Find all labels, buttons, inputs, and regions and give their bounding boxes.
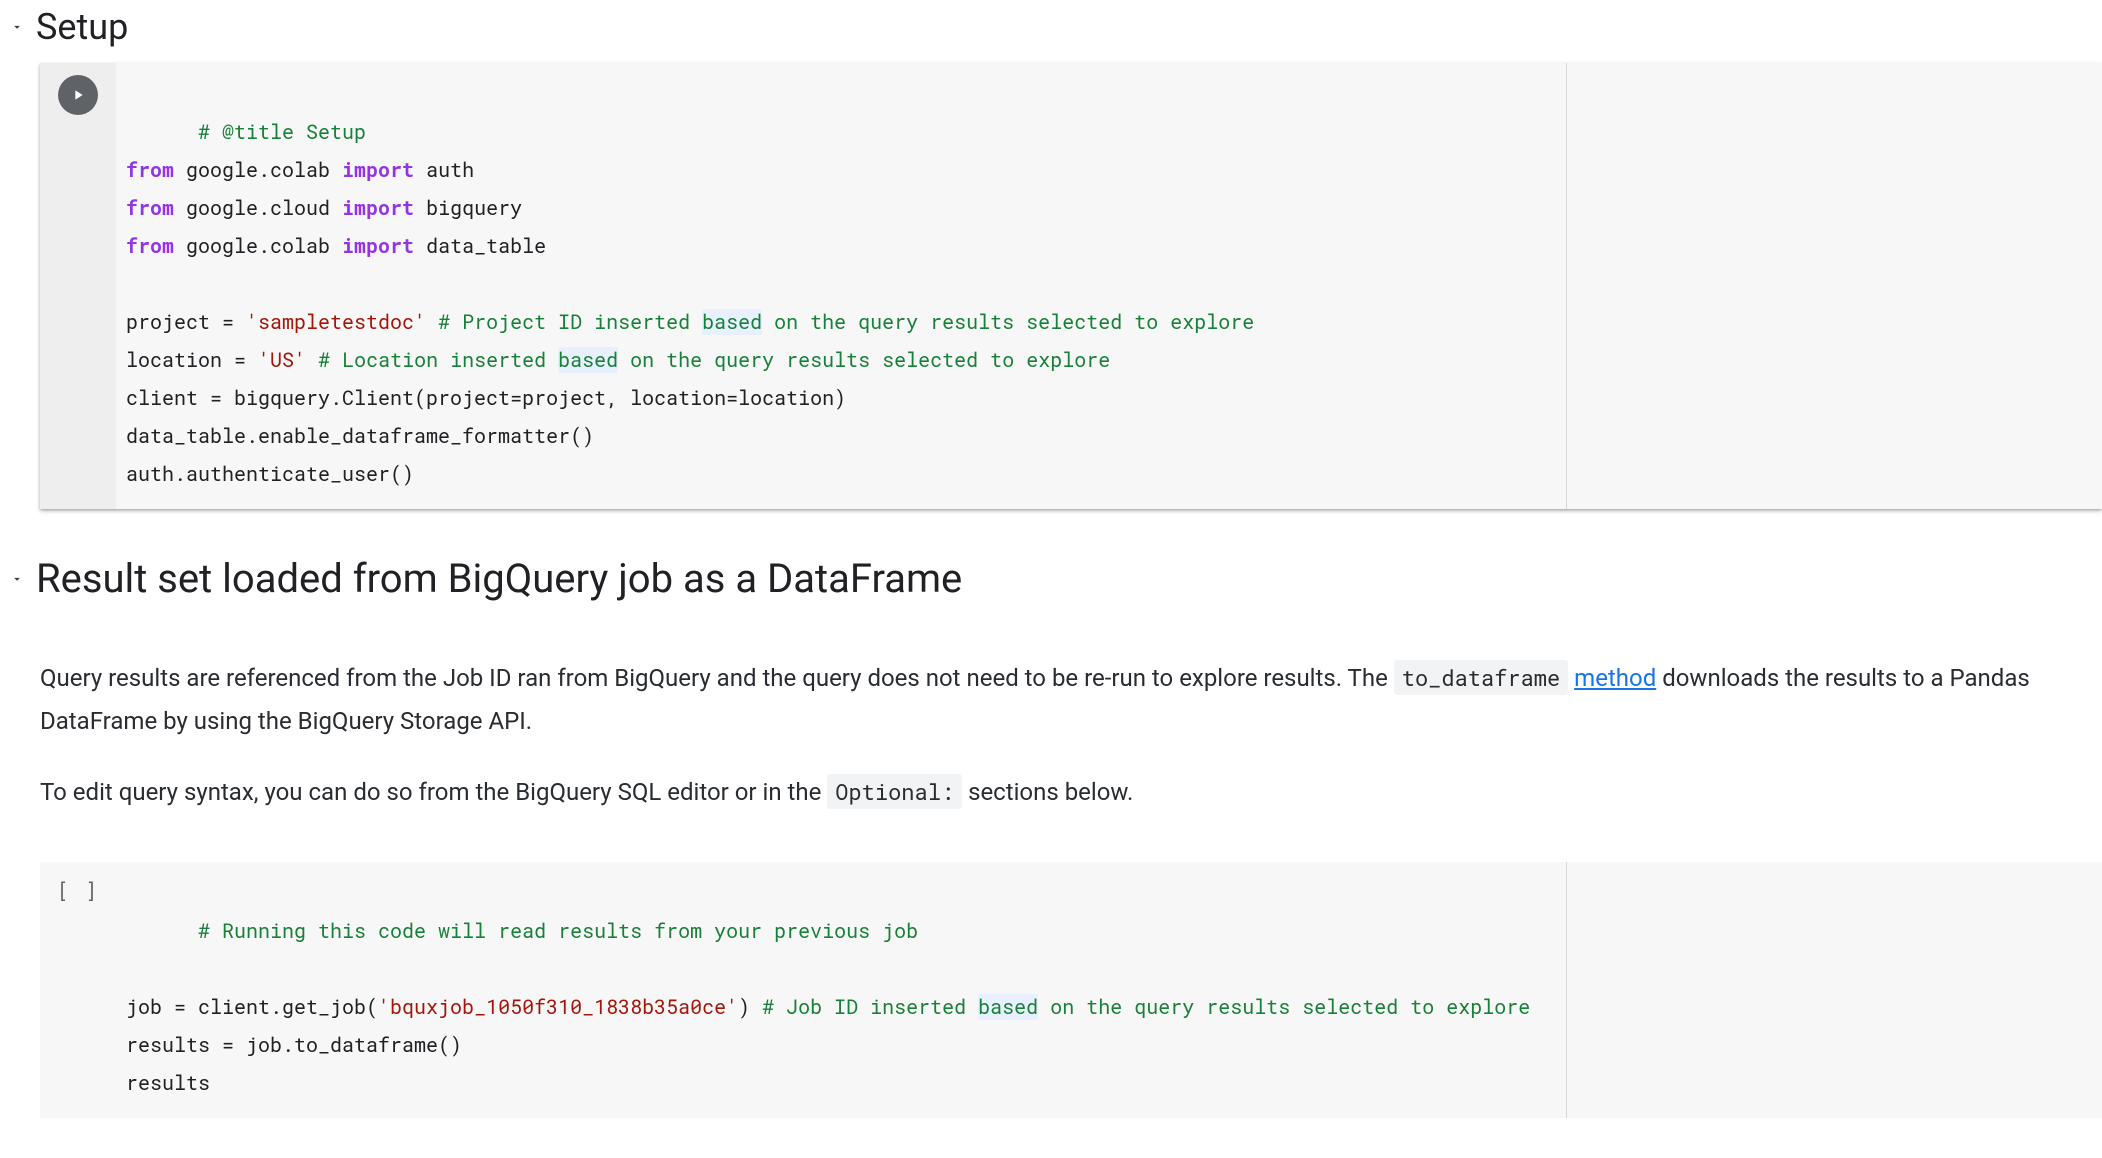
collapse-arrow-icon[interactable] — [4, 566, 30, 592]
code-cell-setup: # @title Setup from google.colab import … — [40, 63, 2102, 509]
code-text: client = bigquery.Client(project=project… — [126, 385, 846, 411]
code-text: location = — [126, 347, 258, 373]
code-text: job = client.get_job( — [126, 994, 378, 1020]
code-text: auth — [414, 157, 474, 183]
code-text: ) — [738, 994, 762, 1020]
ruler-line — [1566, 862, 1567, 1118]
code-comment: on the query results selected to explore — [618, 347, 1110, 373]
code-keyword: from — [126, 233, 174, 259]
code-cell-read-results: [ ] # Running this code will read result… — [40, 862, 2102, 1118]
cell-gutter — [40, 63, 116, 509]
code-comment: # Job ID inserted — [762, 994, 978, 1020]
code-comment: # Running this code will read results fr… — [198, 918, 918, 944]
code-text: data_table — [414, 233, 546, 259]
execution-count[interactable]: [ ] — [57, 874, 99, 904]
code-keyword: from — [126, 157, 174, 183]
section-title: Result set loaded from BigQuery job as a… — [36, 553, 962, 605]
code-string: 'sampletestdoc' — [246, 309, 426, 335]
markdown-text: Query results are referenced from the Jo… — [0, 617, 2102, 815]
code-text: project = — [126, 309, 246, 335]
code-keyword: import — [342, 157, 414, 183]
code-editor[interactable]: # Running this code will read results fr… — [116, 862, 2102, 1118]
code-text: data_table.enable_dataframe_formatter() — [126, 423, 594, 449]
code-text: google.colab — [174, 157, 342, 183]
code-highlight: based — [558, 347, 618, 373]
inline-code: Optional: — [827, 774, 962, 809]
code-text — [426, 309, 438, 335]
text-span: To edit query syntax, you can do so from… — [40, 778, 827, 806]
code-comment: on the query results selected to explore — [1038, 994, 1530, 1020]
code-comment: on the query results selected to explore — [762, 309, 1254, 335]
code-text: google.colab — [174, 233, 342, 259]
code-highlight: based — [702, 309, 762, 335]
code-string: 'bquxjob_1050f310_1838b35a0ce' — [378, 994, 738, 1020]
code-text: bigquery — [414, 195, 522, 221]
code-text: results — [126, 1070, 210, 1096]
code-keyword: import — [342, 233, 414, 259]
section-title: Setup — [36, 4, 128, 51]
method-link[interactable]: method — [1574, 664, 1656, 692]
section-header-result: Result set loaded from BigQuery job as a… — [0, 549, 2102, 617]
code-text: google.cloud — [174, 195, 342, 221]
code-keyword: from — [126, 195, 174, 221]
collapse-arrow-icon[interactable] — [4, 14, 30, 40]
ruler-line — [1566, 63, 1567, 509]
code-comment: # Location inserted — [318, 347, 558, 373]
code-comment: # Project ID inserted — [438, 309, 702, 335]
code-text — [306, 347, 318, 373]
text-span: sections below. — [962, 778, 1133, 806]
code-highlight: based — [978, 994, 1038, 1020]
code-text: results = job.to_dataframe() — [126, 1032, 462, 1058]
run-cell-button[interactable] — [58, 75, 98, 115]
text-span: Query results are referenced from the Jo… — [40, 664, 1394, 692]
code-string: 'US' — [258, 347, 306, 373]
inline-code: to_dataframe — [1394, 660, 1568, 695]
cell-gutter: [ ] — [40, 862, 116, 1118]
code-comment: # @title Setup — [198, 119, 366, 145]
code-editor[interactable]: # @title Setup from google.colab import … — [116, 63, 2102, 509]
code-text: auth.authenticate_user() — [126, 461, 414, 487]
section-header-setup: Setup — [0, 0, 2102, 63]
code-keyword: import — [342, 195, 414, 221]
